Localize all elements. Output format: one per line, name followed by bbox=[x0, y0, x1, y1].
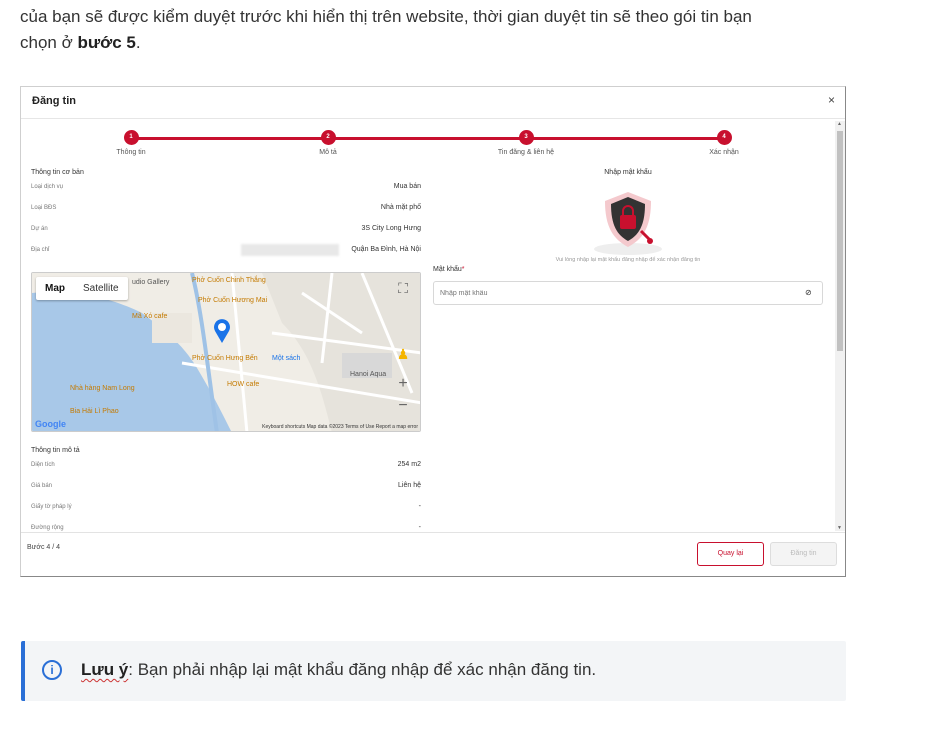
tab-map[interactable]: Map bbox=[36, 277, 74, 300]
map-poi: HOW cafe bbox=[227, 381, 260, 388]
step-label: Thông tin bbox=[116, 149, 146, 156]
info-row: Loại BĐS Nhà mặt phố bbox=[31, 201, 421, 222]
basic-info-title: Thông tin cơ bản bbox=[31, 169, 84, 176]
dialog-header: Đăng tin × bbox=[21, 87, 845, 119]
map-poi: Hanoi Aqua bbox=[350, 371, 387, 378]
info-icon: i bbox=[42, 660, 62, 680]
info-value: 254 m2 bbox=[397, 461, 421, 468]
map-type-tabs: Map Satellite bbox=[36, 277, 128, 300]
info-value: Nhà mặt phố bbox=[380, 204, 421, 211]
info-key: Loại BĐS bbox=[31, 205, 57, 211]
description-panel: Thông tin mô tả Diện tích 254 m2 Giá bán L… bbox=[31, 447, 421, 531]
info-value: - bbox=[418, 524, 421, 531]
zoom-in-icon[interactable]: + bbox=[392, 373, 414, 395]
step-4[interactable]: 4 Xác nhận bbox=[644, 130, 804, 156]
required-mark: * bbox=[461, 266, 465, 273]
redacted-street bbox=[241, 244, 339, 256]
password-label: Mật khẩu* bbox=[433, 266, 465, 273]
stepper: 1 Thông tin 2 Mô tả 3 Tin đăng & liên hệ 4 X… bbox=[21, 127, 835, 163]
pegman-icon[interactable]: ♟ bbox=[392, 343, 414, 365]
intro-line-1: của bạn sẽ được kiểm duyệt trước khi hiể… bbox=[20, 7, 752, 26]
scrollbar[interactable]: ▲ ▼ bbox=[835, 121, 845, 531]
intro-text: của bạn sẽ được kiểm duyệt trước khi hiể… bbox=[20, 4, 900, 56]
info-row: Loại dịch vụ Mua bán bbox=[31, 180, 421, 201]
step-label: Xác nhận bbox=[709, 149, 739, 156]
password-label-text: Mật khẩu bbox=[433, 266, 462, 273]
note-bold: Lưu ý bbox=[81, 660, 129, 679]
info-row: Địa chỉ Quận Ba Đình, Hà Nội bbox=[31, 243, 421, 264]
password-heading: Nhập mật khẩu bbox=[604, 169, 652, 176]
map-footer[interactable]: Keyboard shortcuts Map data ©2023 Terms … bbox=[262, 424, 418, 430]
intro-line-2: chọn ở bước 5. bbox=[20, 30, 900, 56]
note-text: Lưu ý: Bạn phải nhập lại mật khẩu đăng n… bbox=[81, 660, 596, 680]
info-row: Diện tích 254 m2 bbox=[31, 458, 421, 479]
close-icon[interactable]: × bbox=[828, 93, 835, 107]
stepper-line bbox=[131, 137, 725, 140]
note-callout: i Lưu ý: Bạn phải nhập lại mật khẩu đăng… bbox=[21, 641, 846, 701]
map-poi: Bia Hải Lì Phao bbox=[70, 408, 119, 415]
lock-icon bbox=[593, 187, 663, 257]
step-2[interactable]: 2 Mô tả bbox=[248, 130, 408, 156]
info-key: Loại dịch vụ bbox=[31, 184, 64, 190]
step-label: Tin đăng & liên hệ bbox=[497, 149, 555, 156]
google-logo: Google bbox=[35, 419, 66, 429]
step-number: 3 bbox=[518, 130, 534, 145]
fullscreen-icon[interactable]: ⛶ bbox=[392, 277, 414, 299]
step-3[interactable]: 3 Tin đăng & liên hệ bbox=[446, 130, 606, 156]
zoom-out-icon[interactable]: − bbox=[392, 395, 414, 417]
map-poi: Phở Cuốn Hương Mai bbox=[198, 297, 268, 304]
info-key: Diện tích bbox=[31, 462, 55, 468]
map-poi: Nhà hàng Nam Long bbox=[70, 385, 135, 392]
info-row: Giấy tờ pháp lý - bbox=[31, 500, 421, 521]
step-1[interactable]: 1 Thông tin bbox=[51, 130, 211, 156]
info-key: Đường rộng bbox=[31, 525, 64, 531]
step-number: 2 bbox=[320, 130, 336, 145]
info-value: Mua bán bbox=[393, 183, 421, 190]
dialog-footer: Bước 4 / 4 Quay lại Đăng tin bbox=[21, 532, 845, 576]
intro-step-ref: bước 5 bbox=[77, 33, 136, 52]
info-value: 3S City Long Hưng bbox=[361, 225, 421, 232]
post-listing-dialog: Đăng tin × 1 Thông tin 2 Mô tả 3 Tin đăng &… bbox=[20, 86, 846, 577]
intro-line-2-post: . bbox=[135, 33, 141, 52]
step-number: 1 bbox=[123, 130, 139, 145]
step-counter: Bước 4 / 4 bbox=[27, 544, 61, 551]
info-value: - bbox=[418, 503, 421, 510]
eye-slash-icon[interactable]: ⊘ bbox=[805, 288, 812, 297]
info-row: Giá bán Liên hệ bbox=[31, 479, 421, 500]
info-value: Quận Ba Đình, Hà Nội bbox=[351, 246, 421, 253]
note-body: : Bạn phải nhập lại mật khẩu đăng nhập đ… bbox=[128, 660, 597, 679]
location-pin-icon[interactable] bbox=[212, 318, 232, 344]
intro-line-2-pre: chọn ở bbox=[20, 33, 78, 52]
info-value: Liên hệ bbox=[398, 482, 421, 489]
tab-satellite[interactable]: Satellite bbox=[74, 277, 128, 300]
info-row: Đường rộng - bbox=[31, 521, 421, 531]
scrollbar-thumb[interactable] bbox=[837, 131, 843, 351]
dialog-title: Đăng tin bbox=[32, 95, 76, 107]
step-label: Mô tả bbox=[319, 149, 337, 156]
password-hint: Vui lòng nhập lại mật khẩu đăng nhập để … bbox=[555, 257, 701, 263]
map-poi: Phở Cuốn Chinh Thắng bbox=[192, 277, 266, 284]
map-poi: Phở Cuốn Hưng Bến bbox=[192, 355, 258, 362]
scroll-down-icon[interactable]: ▼ bbox=[837, 525, 842, 531]
info-row: Dự án 3S City Long Hưng bbox=[31, 222, 421, 243]
info-key: Dự án bbox=[31, 226, 48, 232]
description-title: Thông tin mô tả bbox=[31, 447, 80, 454]
info-key: Giấy tờ pháp lý bbox=[31, 504, 72, 510]
summary-panel: Thông tin cơ bản Loại dịch vụ Mua bán Loạ… bbox=[31, 169, 421, 432]
map-poi: Mã Xó cafe bbox=[132, 313, 168, 320]
map-embed[interactable]: Map Satellite Phở Cuốn Chinh Thắng Phở C… bbox=[31, 272, 421, 432]
back-button[interactable]: Quay lại bbox=[697, 542, 764, 566]
info-key: Địa chỉ bbox=[31, 247, 50, 253]
post-button[interactable]: Đăng tin bbox=[770, 542, 837, 566]
password-panel: Nhập mật khẩu Vui lòng nhập lại mật khẩu… bbox=[433, 169, 823, 305]
step-number: 4 bbox=[716, 130, 732, 145]
password-input[interactable] bbox=[433, 281, 823, 305]
map-poi: Một sách bbox=[272, 355, 301, 362]
scroll-up-icon[interactable]: ▲ bbox=[837, 121, 842, 127]
info-key: Giá bán bbox=[31, 483, 53, 489]
map-poi: udio Gallery bbox=[132, 279, 170, 286]
